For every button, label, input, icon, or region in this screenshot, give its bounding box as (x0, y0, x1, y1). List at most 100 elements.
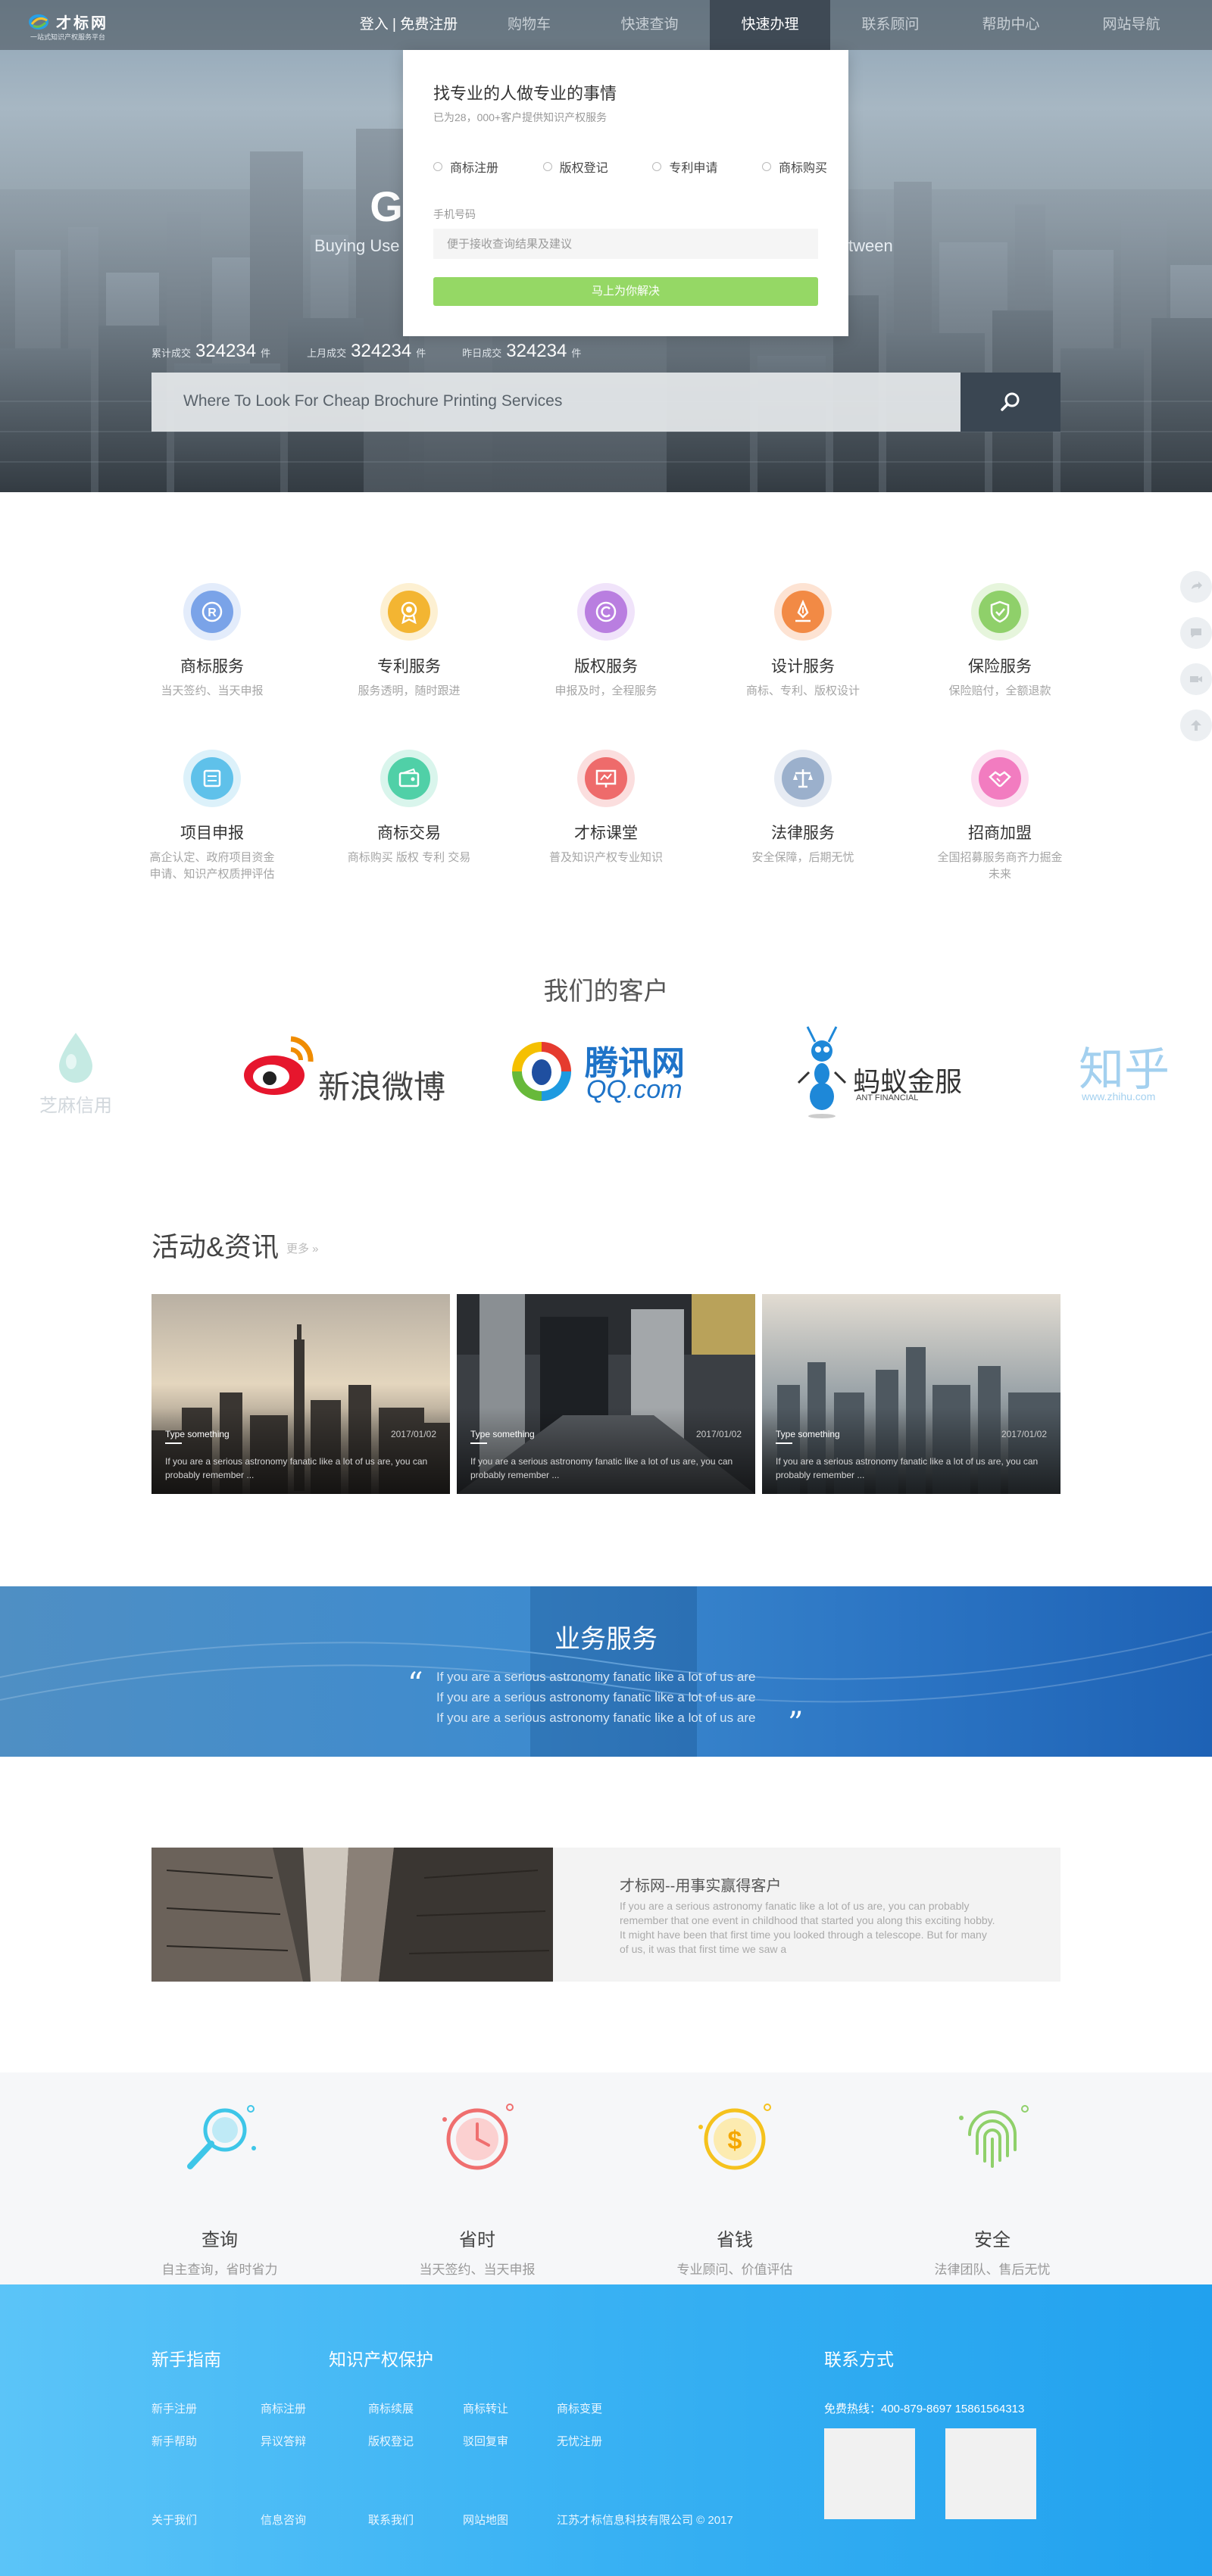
footer-link[interactable]: 商标续展 (368, 2400, 414, 2416)
option-copyright-register[interactable]: 版权登记 (542, 157, 608, 176)
radio-circle[interactable] (542, 162, 552, 171)
option-label: 专利申请 (669, 162, 718, 175)
option-trademark-register[interactable]: 商标注册 (433, 157, 498, 176)
project-doc-icon (203, 769, 221, 787)
hero-subtitle-right: tween (848, 236, 893, 255)
submit-button[interactable]: 马上为你解决 (433, 277, 818, 306)
nav-cart[interactable]: 购物车 (469, 0, 589, 50)
phone-input[interactable] (433, 229, 818, 259)
footer-link[interactable]: 无忧注册 (557, 2433, 602, 2449)
service-title: 商标交易 (377, 825, 441, 842)
footer-link[interactable]: 版权登记 (368, 2433, 414, 2449)
stat-unit: 件 (416, 348, 426, 359)
classroom-board-icon (595, 769, 617, 787)
footer-bottom-link[interactable]: 网站地图 (463, 2512, 508, 2528)
option-label: 商标购买 (778, 162, 827, 175)
nav-quick-handle[interactable]: 快速办理 (710, 0, 830, 50)
patent-medal-icon (401, 601, 417, 624)
nav-quick-search[interactable]: 快速查询 (589, 0, 710, 50)
footer-bottom-link[interactable]: 联系我们 (368, 2512, 414, 2528)
client-zhihu[interactable]: 知乎 www.zhihu.com (1077, 1022, 1198, 1121)
qr-code-image (945, 2428, 1036, 2519)
phone-label: 手机号码 (433, 208, 476, 220)
share-button[interactable] (1180, 571, 1212, 603)
service-franchise[interactable]: 招商加盟 全国招募服务商齐力掘金未来 (901, 750, 1098, 916)
search-input[interactable]: Where To Look For Cheap Brochure Printin… (152, 373, 961, 432)
back-to-top-button[interactable] (1180, 709, 1212, 741)
client-subname: www.zhihu.com (1082, 1090, 1156, 1102)
feature-title: 才标网--用事实赢得客户 (620, 1878, 782, 1895)
zhima-drop-icon (59, 1033, 92, 1083)
client-subname: QQ.com (586, 1075, 683, 1104)
service-project-apply[interactable]: 项目申报 高企认定、政府项目资金申请、知识产权质押评估 (114, 750, 311, 916)
service-patent[interactable]: 专利服务 服务透明，随时跟进 (311, 583, 508, 750)
news-card-title: Type something (776, 1429, 840, 1439)
option-trademark-buy[interactable]: 商标购买 (761, 157, 827, 176)
radio-circle[interactable] (761, 162, 771, 171)
nav-login-register[interactable]: 登入 | 免费注册 (348, 0, 469, 50)
site-logo[interactable]: 才标网 一站式知识产权服务平台 (29, 11, 135, 41)
stat-value: 324234 (195, 341, 257, 361)
chat-button[interactable] (1180, 617, 1212, 649)
service-title: 招商加盟 (968, 825, 1032, 842)
design-pen-icon (795, 600, 811, 622)
client-zhima-credit[interactable]: 芝麻信用 (35, 1022, 126, 1121)
footer-bottom-link[interactable]: 关于我们 (152, 2512, 197, 2528)
footer-link[interactable]: 驳回复审 (463, 2433, 508, 2449)
service-desc: 当天签约、当天申报 (161, 685, 264, 697)
service-design[interactable]: 设计服务 商标、专利、版权设计 (704, 583, 901, 750)
service-type-options: 商标注册 版权登记 专利申请 商标购买 (433, 157, 827, 176)
copyright-icon (595, 601, 617, 622)
title-underline (776, 1442, 792, 1444)
footer-link[interactable]: 异议答辩 (261, 2433, 306, 2449)
quote-open-icon: “ (408, 1667, 423, 1701)
footer-link[interactable]: 商标注册 (261, 2400, 306, 2416)
news-card[interactable]: Type something 2017/01/02 If you are a s… (762, 1294, 1060, 1494)
footer-link[interactable]: 新手注册 (152, 2400, 197, 2416)
service-insurance[interactable]: 保险服务 保险赔付，全额退款 (901, 583, 1098, 750)
client-tencent[interactable]: 腾讯网 QQ.com (509, 1022, 706, 1121)
service-trademark[interactable]: R 商标服务 当天签约、当天申报 (114, 583, 311, 750)
client-ant-financial[interactable]: 蚂蚁金服 ANT FINANCIAL (794, 1022, 976, 1121)
service-trademark-trade[interactable]: 商标交易 商标购买 版权 专利 交易 (311, 750, 508, 916)
search-button[interactable] (961, 373, 1060, 432)
service-icon-ring (774, 583, 832, 641)
advantage-desc: 法律团队、售后无忧 (934, 2263, 1051, 2277)
news-card[interactable]: Type something 2017/01/02 If you are a s… (457, 1294, 755, 1494)
nav-contact-advisor[interactable]: 联系顾问 (830, 0, 951, 50)
client-sina-weibo[interactable]: 新浪微博 (241, 1022, 453, 1121)
service-title: 版权服务 (574, 658, 638, 675)
arrow-up-icon (1191, 720, 1201, 731)
news-card-date: 2017/01/02 (390, 1429, 436, 1439)
video-button[interactable] (1180, 663, 1212, 695)
service-title: 设计服务 (771, 658, 835, 675)
footer-link[interactable]: 商标转让 (463, 2400, 508, 2416)
footer-link[interactable]: 商标变更 (557, 2400, 602, 2416)
feature-image (152, 1848, 553, 1982)
option-patent-apply[interactable]: 专利申请 (652, 157, 717, 176)
search-placeholder: Where To Look For Cheap Brochure Printin… (183, 392, 563, 410)
buildings-photo (152, 1848, 553, 1982)
business-title: 业务服务 (554, 1625, 658, 1654)
radio-circle[interactable] (652, 162, 662, 171)
service-law[interactable]: 法律服务 安全保障，后期无忧 (704, 750, 901, 916)
logo-name: 才标网 (56, 15, 108, 32)
news-card[interactable]: Type something 2017/01/02 If you are a s… (152, 1294, 450, 1494)
service-desc: 全国招募服务商齐力掘金未来 (937, 851, 1063, 881)
service-icon-ring (577, 583, 635, 641)
footer-ip-title: 知识产权保护 (329, 2350, 433, 2369)
service-desc: 商标、专利、版权设计 (745, 685, 860, 697)
service-icon-ring: R (183, 583, 241, 641)
service-classroom[interactable]: 才标课堂 普及知识产权专业知识 (508, 750, 704, 916)
nav-site-map[interactable]: 网站导航 (1071, 0, 1192, 50)
radio-circle[interactable] (433, 162, 442, 171)
insurance-shield-icon (990, 600, 1010, 623)
service-icon-ring (183, 750, 241, 807)
service-icon-ring (380, 750, 438, 807)
nav-help-center[interactable]: 帮助中心 (951, 0, 1071, 50)
news-more-link[interactable]: 更多 » (286, 1240, 319, 1256)
client-name: 芝麻信用 (39, 1096, 112, 1116)
service-copyright[interactable]: 版权服务 申报及时，全程服务 (508, 583, 704, 750)
footer-link[interactable]: 新手帮助 (152, 2433, 197, 2449)
footer-bottom-link[interactable]: 信息咨询 (261, 2512, 306, 2528)
